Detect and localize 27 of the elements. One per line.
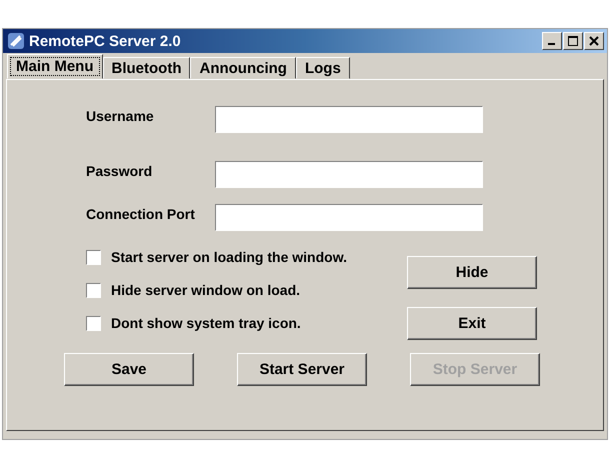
action-button[interactable]: Save	[64, 353, 194, 386]
tab[interactable]: Bluetooth	[102, 57, 190, 79]
field-label: Username	[86, 107, 155, 124]
checkbox[interactable]	[86, 316, 101, 330]
input-field[interactable]	[215, 204, 483, 231]
input-field[interactable]	[215, 106, 483, 133]
field-label: Connection Port	[86, 205, 196, 222]
tab[interactable]: Main Menu	[7, 54, 102, 79]
maximize-icon	[568, 36, 578, 46]
field-label: Password	[86, 162, 154, 179]
app-icon	[7, 32, 25, 50]
close-icon	[589, 36, 599, 46]
checkbox-label: Hide server window on load.	[111, 282, 300, 298]
maximize-button[interactable]	[563, 32, 583, 50]
window-title: RemotePC Server 2.0	[29, 32, 182, 50]
checkbox[interactable]	[86, 250, 101, 264]
checkbox[interactable]	[86, 282, 101, 298]
tab[interactable]: Logs	[296, 57, 350, 79]
tab[interactable]: Announcing	[190, 57, 296, 79]
close-button[interactable]	[584, 32, 604, 50]
action-button[interactable]: Start Server	[237, 353, 367, 386]
checkbox-label: Dont show system tray icon.	[111, 315, 301, 331]
checkbox-label: Start server on loading the window.	[111, 249, 347, 265]
action-button[interactable]: Exit	[407, 307, 537, 340]
minimize-button[interactable]	[542, 32, 562, 50]
action-button[interactable]: Hide	[407, 256, 537, 289]
input-field[interactable]	[215, 161, 483, 188]
